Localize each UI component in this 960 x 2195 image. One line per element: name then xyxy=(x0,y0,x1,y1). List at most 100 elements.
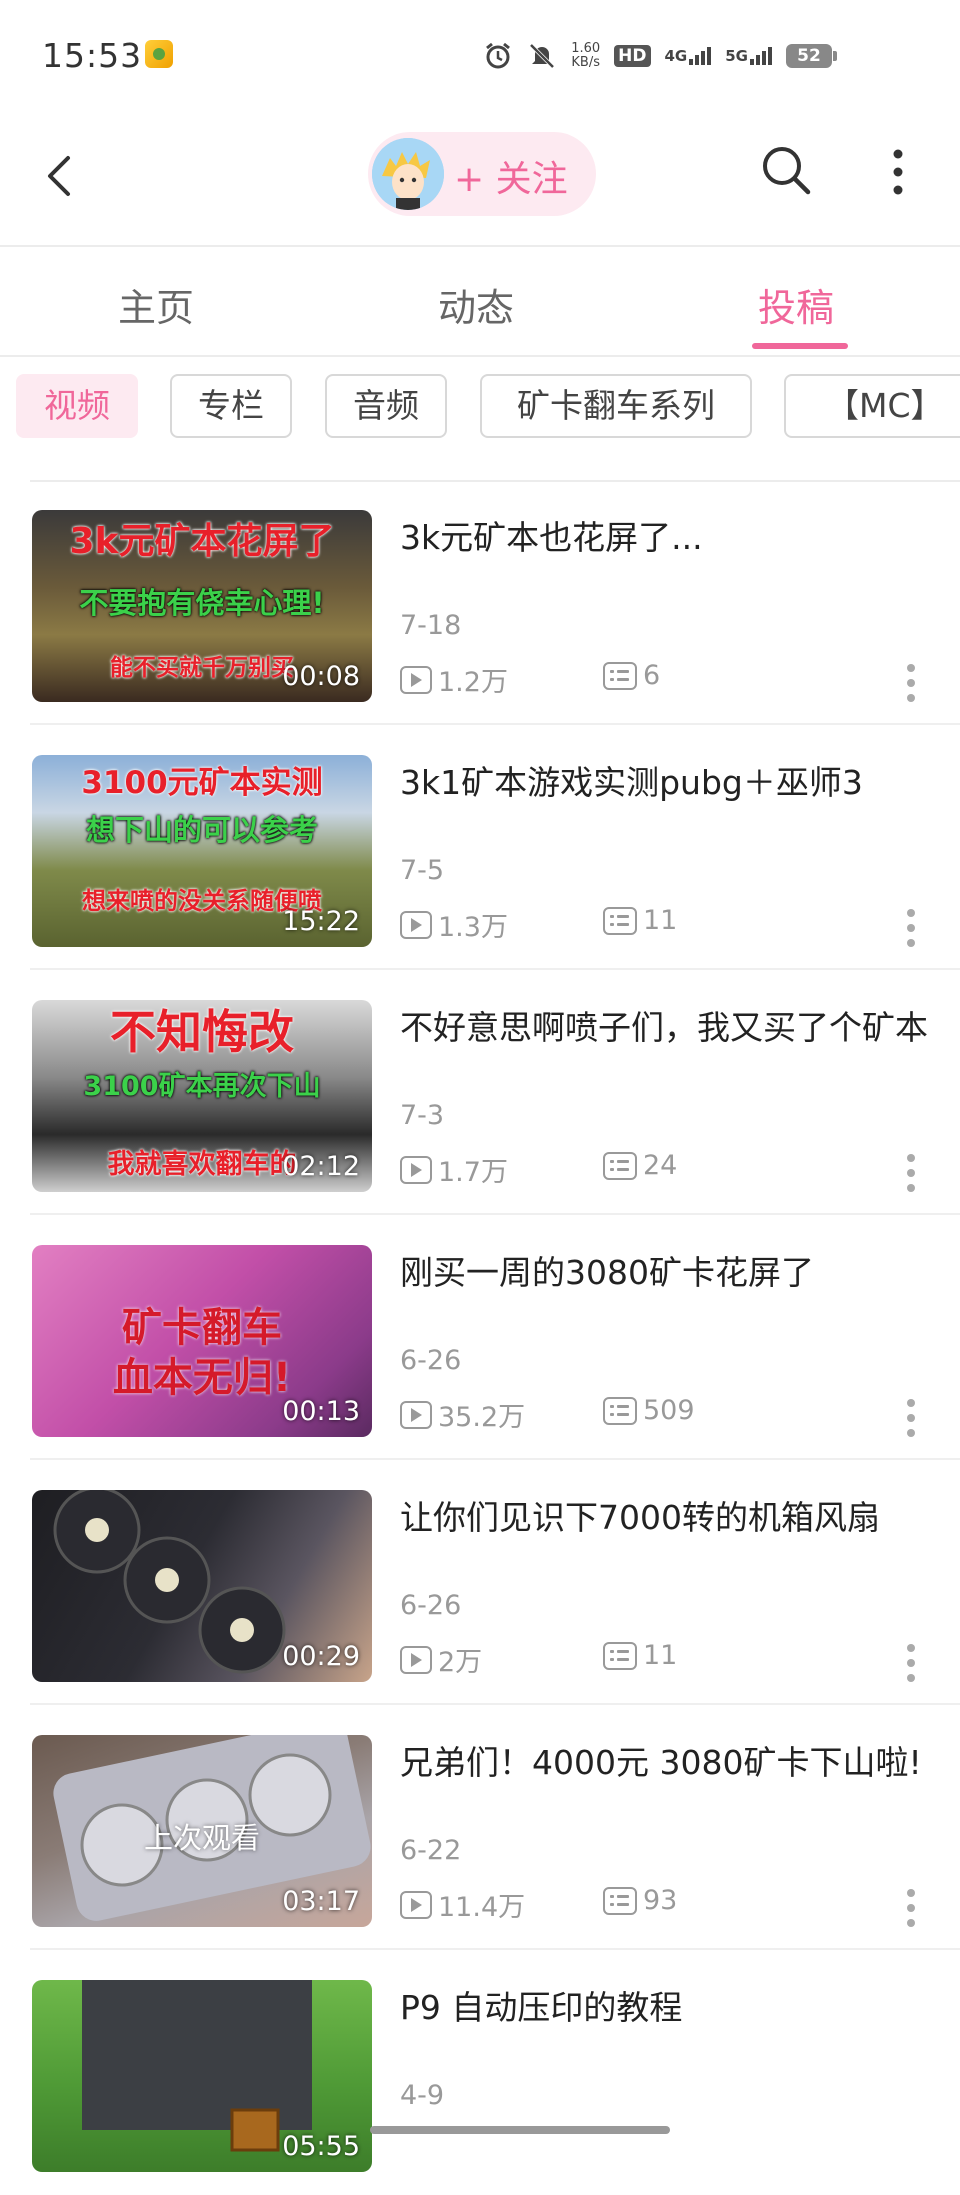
view-count-value: 35.2万 xyxy=(438,1402,526,1433)
view-count: 1.7万 xyxy=(400,1150,508,1189)
danmaku-count: 509 xyxy=(603,1395,695,1426)
video-date: 7-5 xyxy=(400,855,445,886)
search-icon[interactable] xyxy=(756,140,816,200)
profile-tabs: 主页 动态 投稿 xyxy=(0,245,960,357)
video-date: 6-26 xyxy=(400,1345,462,1376)
thumbnail-caption: 想下山的可以参考 xyxy=(85,813,318,847)
play-count-icon xyxy=(400,1645,432,1674)
danmaku-count-value: 93 xyxy=(643,1885,678,1916)
view-count-value: 1.2万 xyxy=(438,667,508,698)
avatar[interactable] xyxy=(372,138,444,210)
view-count-value: 1.3万 xyxy=(438,912,508,943)
sim1-label: 4G xyxy=(664,47,688,65)
video-item[interactable]: 05:55 P9 自动压印的教程 4-9 xyxy=(0,1950,960,2195)
danmaku-count: 24 xyxy=(603,1150,677,1181)
danmaku-count-value: 6 xyxy=(643,660,661,691)
view-count: 1.3万 xyxy=(400,905,508,944)
video-item[interactable]: 不知悔改 3100矿本再次下山 我就喜欢翻车的 02:12 不好意思啊喷子们，我… xyxy=(0,970,960,1215)
video-duration: 00:08 xyxy=(282,661,360,692)
danmaku-count: 11 xyxy=(603,1640,677,1671)
video-thumbnail[interactable]: 3k元矿本花屏了 不要抱有侥幸心理! 能不买就千万别买 00:08 xyxy=(32,510,372,702)
more-vertical-icon[interactable] xyxy=(878,140,918,204)
danmaku-icon xyxy=(603,661,637,690)
video-title[interactable]: 兄弟们！4000元 3080矿卡下山啦! xyxy=(400,1741,930,1785)
video-thumbnail[interactable]: 00:29 xyxy=(32,1490,372,1682)
video-title[interactable]: 让你们见识下7000转的机箱风扇 xyxy=(400,1496,930,1540)
view-count: 2万 xyxy=(400,1640,482,1679)
danmaku-count-value: 509 xyxy=(643,1395,695,1426)
video-item[interactable]: 00:29 让你们见识下7000转的机箱风扇 6-26 2万 11 xyxy=(0,1460,960,1705)
chip-mining-card-series[interactable]: 矿卡翻车系列 xyxy=(480,374,752,438)
thumbnail-caption: 不知悔改 xyxy=(110,1005,294,1059)
signal-icon xyxy=(689,47,712,65)
more-vertical-icon[interactable] xyxy=(904,664,918,710)
danmaku-count: 6 xyxy=(603,660,660,691)
danmaku-count: 93 xyxy=(603,1885,677,1916)
video-thumbnail[interactable]: 上次观看 03:17 xyxy=(32,1735,372,1927)
thumbnail-caption: 不要抱有侥幸心理! xyxy=(79,586,325,620)
sim1-signal: 4G xyxy=(665,47,712,65)
video-thumbnail[interactable]: 05:55 xyxy=(32,1980,372,2172)
tab-uploads[interactable]: 投稿 xyxy=(758,277,834,332)
video-item[interactable]: 3100元矿本实测 想下山的可以参考 想来喷的没关系随便喷 15:22 3k1矿… xyxy=(0,725,960,970)
video-duration: 02:12 xyxy=(282,1151,360,1182)
gesture-home-bar[interactable] xyxy=(370,2126,670,2134)
more-vertical-icon[interactable] xyxy=(904,1154,918,1200)
video-title[interactable]: 刚买一周的3080矿卡花屏了 xyxy=(400,1251,930,1295)
video-date: 6-22 xyxy=(400,1835,462,1866)
chip-audio[interactable]: 音频 xyxy=(325,374,447,438)
more-vertical-icon[interactable] xyxy=(904,909,918,955)
hd-badge: HD xyxy=(614,45,651,67)
video-item[interactable]: 矿卡翻车 血本无归! 00:13 刚买一周的3080矿卡花屏了 6-26 35.… xyxy=(0,1215,960,1460)
tab-activity[interactable]: 动态 xyxy=(438,277,514,332)
video-duration: 03:17 xyxy=(282,1886,360,1917)
video-title[interactable]: 不好意思啊喷子们，我又买了个矿本 xyxy=(400,1006,930,1050)
danmaku-count-value: 11 xyxy=(643,905,678,936)
video-thumbnail[interactable]: 矿卡翻车 血本无归! 00:13 xyxy=(32,1245,372,1437)
video-item[interactable]: 上次观看 03:17 兄弟们！4000元 3080矿卡下山啦! 6-22 11.… xyxy=(0,1705,960,1950)
video-title[interactable]: 3k1矿本游戏实测pubg＋巫师3 xyxy=(400,761,930,805)
video-title[interactable]: P9 自动压印的教程 xyxy=(400,1986,930,2030)
battery-icon: 52 xyxy=(786,44,837,68)
video-thumbnail[interactable]: 3100元矿本实测 想下山的可以参考 想来喷的没关系随便喷 15:22 xyxy=(32,755,372,947)
video-thumbnail[interactable]: 不知悔改 3100矿本再次下山 我就喜欢翻车的 02:12 xyxy=(32,1000,372,1192)
view-count-value: 2万 xyxy=(438,1647,483,1678)
chip-column[interactable]: 专栏 xyxy=(170,374,292,438)
status-indicators: 1.60 KB/s HD 4G 5G 52 xyxy=(483,38,837,74)
tab-home[interactable]: 主页 xyxy=(118,277,194,332)
play-count-icon xyxy=(400,1400,432,1429)
video-item[interactable]: 3k元矿本花屏了 不要抱有侥幸心理! 能不买就千万别买 00:08 3k元矿本也… xyxy=(0,480,960,725)
app-notification-icon xyxy=(145,40,173,68)
chevron-left-icon[interactable] xyxy=(36,146,86,206)
last-watched-label: 上次观看 xyxy=(143,1821,260,1855)
signal-icon xyxy=(750,47,772,65)
danmaku-icon xyxy=(603,906,637,935)
video-date: 7-3 xyxy=(400,1100,445,1131)
video-date: 6-26 xyxy=(400,1590,462,1621)
top-bar: + 关注 xyxy=(0,110,960,245)
chip-mc[interactable]: 【MC】 xyxy=(784,374,960,438)
video-duration: 00:29 xyxy=(282,1641,360,1672)
danmaku-icon xyxy=(603,1151,637,1180)
danmaku-count-value: 24 xyxy=(643,1150,678,1181)
video-title[interactable]: 3k元矿本也花屏了... xyxy=(400,516,930,560)
network-speed-unit: KB/s xyxy=(571,55,600,70)
more-vertical-icon[interactable] xyxy=(904,1644,918,1690)
danmaku-count: 11 xyxy=(603,905,677,936)
play-count-icon xyxy=(400,910,432,939)
view-count: 11.4万 xyxy=(400,1885,525,1924)
danmaku-icon xyxy=(603,1641,637,1670)
more-vertical-icon[interactable] xyxy=(904,1889,918,1935)
follow-label: + 关注 xyxy=(454,159,568,200)
follow-button[interactable]: + 关注 xyxy=(368,132,596,216)
network-speed-value: 1.60 xyxy=(571,41,601,56)
play-count-icon xyxy=(400,665,432,694)
danmaku-icon xyxy=(603,1886,637,1915)
thumbnail-caption: 血本无归! xyxy=(112,1355,292,1401)
video-duration: 05:55 xyxy=(282,2131,360,2162)
chip-video[interactable]: 视频 xyxy=(16,374,138,438)
danmaku-icon xyxy=(603,1396,637,1425)
more-vertical-icon[interactable] xyxy=(904,1399,918,1445)
thumbnail-caption: 3100矿本再次下山 xyxy=(83,1071,321,1102)
status-time: 15:53 xyxy=(42,36,143,75)
